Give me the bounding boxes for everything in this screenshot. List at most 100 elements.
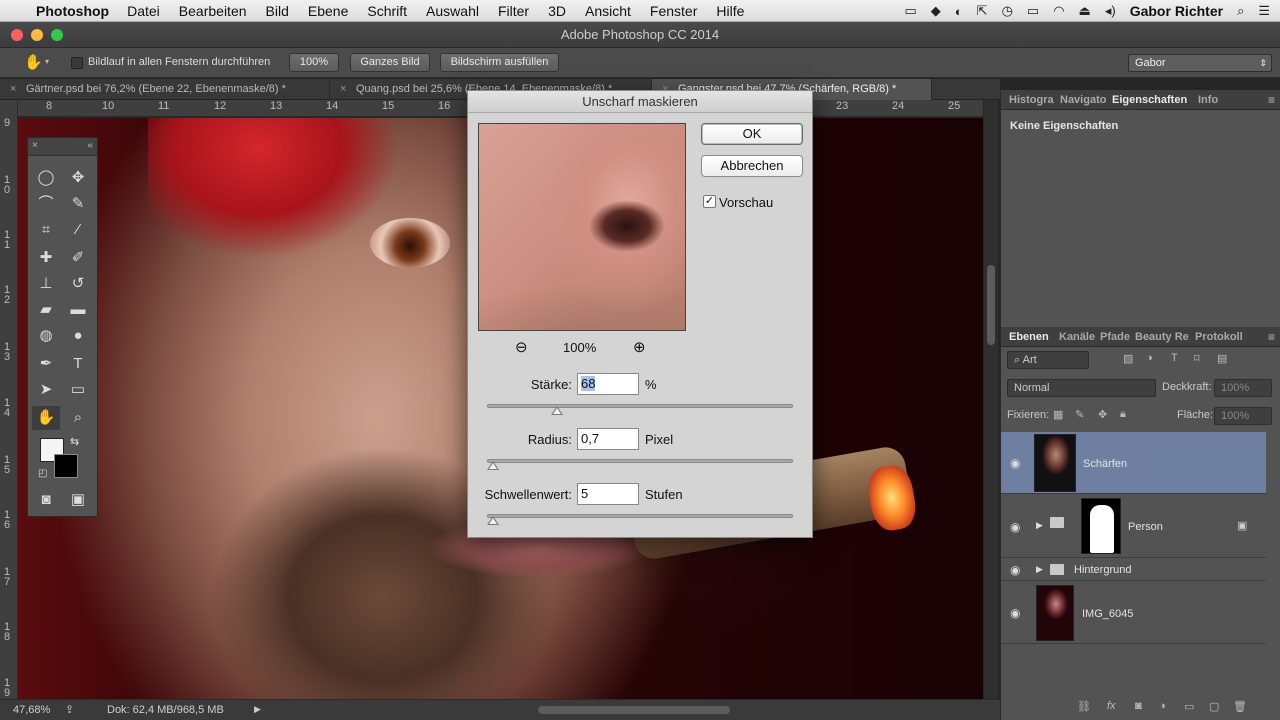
fill-input[interactable]: 100% xyxy=(1214,407,1272,425)
eye-icon[interactable]: ◉ xyxy=(1010,563,1020,577)
layer-name[interactable]: IMG_6045 xyxy=(1082,608,1133,620)
canvas-horizontal-scrollbar[interactable] xyxy=(538,706,730,714)
threshold-slider-thumb[interactable] xyxy=(487,516,500,525)
user-name[interactable]: Gabor Richter xyxy=(1130,3,1223,19)
pen-icon[interactable]: ✒ xyxy=(32,352,60,376)
scroll-all-checkbox[interactable] xyxy=(71,57,83,69)
sync-icon[interactable]: ◐ xyxy=(955,4,963,19)
eyedropper-icon[interactable]: ⁄ xyxy=(64,218,92,242)
tab-channels[interactable]: Kanäle xyxy=(1059,327,1095,347)
link-layers-icon[interactable]: ⛓ xyxy=(1077,700,1091,713)
dropbox-icon[interactable]: ◆ xyxy=(931,3,941,19)
eye-icon[interactable]: ◉ xyxy=(1010,520,1020,534)
quick-selection-icon[interactable]: ✎ xyxy=(64,192,92,216)
close-tab-icon[interactable]: × xyxy=(10,79,16,100)
panel-menu-icon[interactable]: ≡ xyxy=(1268,330,1275,344)
quick-mask-icon[interactable]: ◙ xyxy=(32,488,60,512)
type-tool-icon[interactable]: T xyxy=(64,352,92,376)
filter-pixel-icon[interactable]: ▨ xyxy=(1123,352,1133,365)
lasso-icon[interactable]: ⌒ xyxy=(32,192,60,216)
eraser-icon[interactable]: ▰ xyxy=(32,298,60,322)
close-tab-icon[interactable]: × xyxy=(340,79,346,100)
dialog-title[interactable]: Unscharf maskieren xyxy=(468,91,812,113)
layer-row-hintergrund[interactable]: ◉ ▶ Hintergrund xyxy=(1001,559,1266,581)
filter-shape-icon[interactable]: ⌑ xyxy=(1194,352,1200,365)
clone-stamp-icon[interactable]: ⊥ xyxy=(32,272,60,296)
cancel-button[interactable]: Abbrechen xyxy=(701,155,803,177)
new-layer-icon[interactable]: ▢ xyxy=(1209,700,1219,713)
menu-auswahl[interactable]: Auswahl xyxy=(426,3,479,19)
minimize-window-button[interactable] xyxy=(31,29,43,41)
status-menu-arrow-icon[interactable]: ▶ xyxy=(254,704,261,715)
panel-menu-icon[interactable]: ≡ xyxy=(1268,93,1275,107)
eject-icon[interactable]: ⏏ xyxy=(1079,3,1091,19)
menu-datei[interactable]: Datei xyxy=(127,3,160,19)
tool-preset-dropdown-icon[interactable]: ▾ xyxy=(45,57,49,66)
menu-3d[interactable]: 3D xyxy=(548,3,566,19)
tab-properties[interactable]: Eigenschaften xyxy=(1112,90,1187,110)
filter-type-icon[interactable]: T xyxy=(1171,352,1178,364)
zoom-out-icon[interactable]: ⊖ xyxy=(515,338,528,356)
layer-style-icon[interactable]: fx xyxy=(1107,700,1116,712)
layer-row-schaerfen[interactable]: ◉ Schärfen xyxy=(1001,432,1266,494)
healing-brush-icon[interactable]: ✚ xyxy=(32,246,60,270)
fill-screen-button[interactable]: Bildschirm ausfüllen xyxy=(440,53,559,72)
display-icon[interactable]: ▭ xyxy=(905,3,917,19)
disclosure-triangle-icon[interactable]: ▶ xyxy=(1036,520,1043,531)
radius-slider-thumb[interactable] xyxy=(487,461,500,470)
tab-paths[interactable]: Pfade xyxy=(1100,327,1130,347)
amount-slider-track[interactable] xyxy=(487,404,793,408)
collapse-panel-icon[interactable]: « xyxy=(87,140,93,151)
tab-layers[interactable]: Ebenen xyxy=(1009,327,1049,347)
add-mask-icon[interactable]: ◙ xyxy=(1135,700,1142,712)
filter-smart-object-icon[interactable]: ▤ xyxy=(1217,352,1227,365)
filter-preview[interactable] xyxy=(478,123,686,331)
ok-button[interactable]: OK xyxy=(701,123,803,145)
opacity-input[interactable]: 100% xyxy=(1214,379,1272,397)
menu-fenster[interactable]: Fenster xyxy=(650,3,697,19)
zoom-100-button[interactable]: 100% xyxy=(289,53,339,72)
workspace-select[interactable]: Gabor ⇕ xyxy=(1128,54,1272,72)
menu-app-name[interactable]: Photoshop xyxy=(36,3,109,19)
menu-filter[interactable]: Filter xyxy=(498,3,529,19)
layer-name[interactable]: Schärfen xyxy=(1083,458,1127,470)
new-adjustment-icon[interactable]: ◑ xyxy=(1159,700,1166,712)
menu-hilfe[interactable]: Hilfe xyxy=(716,3,744,19)
linked-mask-icon[interactable]: ▣ xyxy=(1237,519,1247,532)
lock-all-icon[interactable]: 🔒︎ xyxy=(1120,408,1126,421)
dodge-icon[interactable]: ● xyxy=(64,324,92,348)
hand-icon[interactable]: ✋ xyxy=(24,53,43,71)
layer-row-person[interactable]: ◉ ▶ Person ▣ xyxy=(1001,495,1266,558)
notification-list-icon[interactable]: ☰ xyxy=(1258,3,1270,19)
lock-transparent-icon[interactable]: ▦ xyxy=(1053,408,1063,421)
layer-name[interactable]: Hintergrund xyxy=(1074,564,1131,576)
lock-position-icon[interactable]: ✥ xyxy=(1098,408,1107,421)
tab-history[interactable]: Protokoll xyxy=(1195,327,1243,347)
eye-icon[interactable]: ◉ xyxy=(1010,456,1020,470)
blur-icon[interactable]: ◍ xyxy=(32,324,60,348)
hand-icon[interactable]: ✋ xyxy=(32,406,60,430)
wifi-icon[interactable]: ◠ xyxy=(1053,3,1064,19)
history-brush-icon[interactable]: ↺ xyxy=(64,272,92,296)
tab-beauty-retouch[interactable]: Beauty Re xyxy=(1135,327,1189,347)
threshold-input[interactable]: 5 xyxy=(577,483,639,505)
document-size[interactable]: Dok: 62,4 MB/968,5 MB xyxy=(107,704,224,716)
layer-filter-select[interactable]: ⌕ Art xyxy=(1007,351,1089,369)
ellipse-marquee-icon[interactable]: ◯ xyxy=(32,166,60,190)
menu-bearbeiten[interactable]: Bearbeiten xyxy=(179,3,247,19)
threshold-slider-track[interactable] xyxy=(487,514,793,518)
share-icon[interactable]: ⇪ xyxy=(65,703,74,716)
zoom-level[interactable]: 47,68% xyxy=(13,704,50,716)
crop-icon[interactable]: ⌗ xyxy=(32,218,60,242)
amount-input[interactable]: 68 xyxy=(577,373,639,395)
time-machine-icon[interactable]: ◷ xyxy=(1002,3,1013,19)
layer-row-img-6045[interactable]: ◉ IMG_6045 xyxy=(1001,582,1266,644)
rectangle-icon[interactable]: ▭ xyxy=(64,378,92,402)
gradient-icon[interactable]: ▬ xyxy=(64,298,92,322)
tab-histogram[interactable]: Histogra xyxy=(1009,90,1054,110)
layer-name[interactable]: Person xyxy=(1128,521,1163,533)
fit-screen-button[interactable]: Ganzes Bild xyxy=(350,53,430,72)
tab-gaertner[interactable]: × Gärtner.psd bei 76,2% (Ebene 22, Ebene… xyxy=(0,79,330,100)
volume-icon[interactable]: ◂) xyxy=(1105,3,1116,19)
zoom-tool-icon[interactable]: ⌕ xyxy=(64,406,92,430)
